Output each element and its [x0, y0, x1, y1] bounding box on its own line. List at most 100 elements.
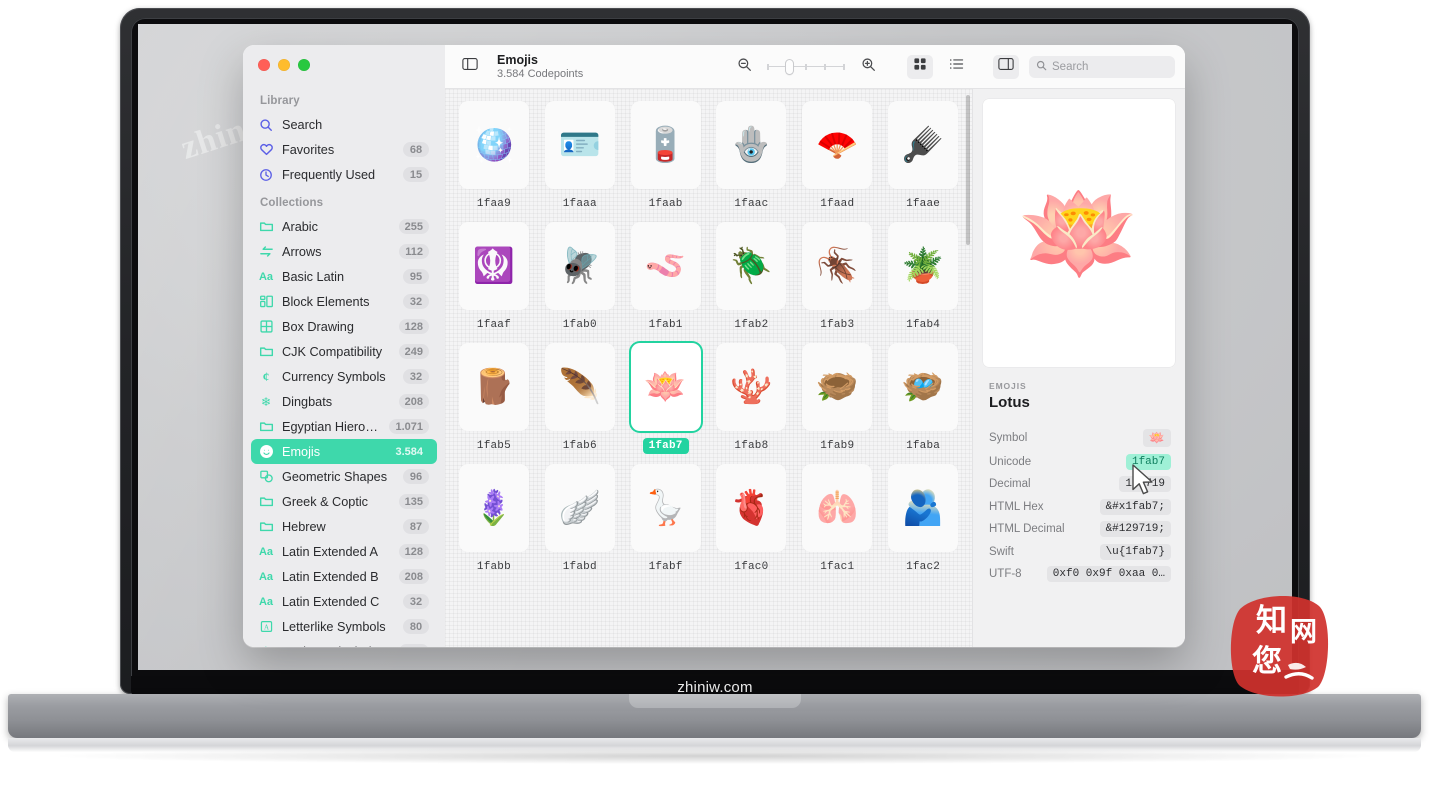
codepoint-tile[interactable]: 🪿 — [630, 464, 701, 552]
inspector-row-value[interactable]: 1fab7 — [1125, 453, 1171, 470]
codepoint-cell[interactable]: 🪸 1fab8 — [709, 339, 795, 460]
inspector-row-value[interactable]: &#129719; — [1099, 521, 1171, 537]
zoom-in-button[interactable] — [855, 55, 881, 79]
codepoint-cell[interactable]: 🪴 1fab4 — [880, 218, 966, 339]
sidebar-item-count: 32 — [403, 369, 429, 384]
minimize-button[interactable] — [278, 59, 290, 71]
codepoint-tile[interactable]: 🪬 — [716, 101, 787, 189]
codepoint-tile[interactable]: 🫁 — [802, 464, 873, 552]
codepoint-tile[interactable]: 🫂 — [888, 464, 959, 552]
codepoint-cell[interactable]: 🪹 1fab9 — [794, 339, 880, 460]
inspector-row-value[interactable]: &#x1fab7; — [1099, 498, 1171, 515]
codepoint-tile[interactable]: 🪩 — [458, 101, 529, 189]
sidebar-item-latin-extended-a[interactable]: Aa Latin Extended A 128 — [251, 539, 437, 564]
codepoint-tile[interactable]: 🪸 — [716, 343, 787, 431]
sidebar-item-cjk-compatibility[interactable]: CJK Compatibility 249 — [251, 339, 437, 364]
sidebar-item-count: 249 — [398, 344, 429, 359]
codepoint-cell[interactable]: 🪽 1fabd — [537, 460, 623, 581]
aa-icon: Aa — [258, 570, 274, 583]
sidebar-item-box-drawing[interactable]: Box Drawing 128 — [251, 314, 437, 339]
sidebar-item-arabic[interactable]: Arabic 255 — [251, 214, 437, 239]
codepoint-grid-container[interactable]: 🪩 1faa9 🪪 1faaa 🪫 1faab 🪬 1faac 🪭 1faad 🪮 1faae 🪯 1fa… — [445, 89, 972, 647]
close-button[interactable] — [258, 59, 270, 71]
sidebar-item-block-elements[interactable]: Block Elements 32 — [251, 289, 437, 314]
codepoint-tile[interactable]: 🪷 — [630, 343, 701, 431]
codepoint-cell[interactable]: 🪵 1fab5 — [451, 339, 537, 460]
sidebar-item-count: 3.584 — [395, 445, 423, 458]
codepoint-cell[interactable]: 🪿 1fabf — [623, 460, 709, 581]
sidebar-scroll-area[interactable]: Library Search Favorites 68 Frequently U… — [243, 85, 445, 647]
zoom-out-button[interactable] — [731, 55, 757, 79]
codepoint-cell[interactable]: 🪯 1faaf — [451, 218, 537, 339]
sidebar-item-mathematical-alphanumeric[interactable]: √x̅ Mathematical Alphanu… 996 — [251, 639, 437, 647]
codepoint-tile[interactable]: 🪳 — [802, 222, 873, 310]
inspector-row-value[interactable]: 0xf0 0x9f 0xaa 0… — [1046, 566, 1171, 582]
sidebar-item-geometric-shapes[interactable]: Geometric Shapes 96 — [251, 464, 437, 489]
codepoint-tile[interactable]: 🪶 — [544, 343, 615, 431]
codepoint-cell[interactable]: 🪪 1faaa — [537, 97, 623, 218]
codepoint-tile[interactable]: 🪽 — [544, 464, 615, 552]
sidebar-item-frequently-used[interactable]: Frequently Used 15 — [251, 162, 437, 187]
sidebar-item-egyptian-hieroglyphs[interactable]: Egyptian Hieroglyphs 1.071 — [251, 414, 437, 439]
grid-view-button[interactable] — [907, 54, 933, 79]
codepoint-tile[interactable]: 🪯 — [458, 222, 529, 310]
codepoint-cell[interactable]: 🫂 1fac2 — [880, 460, 966, 581]
codepoint-tile[interactable]: 🫀 — [716, 464, 787, 552]
codepoint-tile[interactable]: 🪱 — [630, 222, 701, 310]
zoom-slider-knob[interactable] — [786, 59, 793, 74]
codepoint-tile[interactable]: 🪴 — [888, 222, 959, 310]
search-input[interactable]: Search — [1052, 61, 1088, 73]
sidebar-toggle-button[interactable] — [457, 55, 483, 79]
sidebar-item-latin-extended-b[interactable]: Aa Latin Extended B 208 — [251, 564, 437, 589]
codepoint-cell[interactable]: 🪻 1fabb — [451, 460, 537, 581]
sidebar-item-arrows[interactable]: Arrows 112 — [251, 239, 437, 264]
page-title: Emojis — [497, 52, 538, 67]
sidebar-item-basic-latin[interactable]: Aa Basic Latin 95 — [251, 264, 437, 289]
search-field[interactable]: Search — [1029, 55, 1175, 78]
sidebar-item-hebrew[interactable]: Hebrew 87 — [251, 514, 437, 539]
inspector-row-value[interactable]: 129719 — [1119, 476, 1171, 492]
seal-watermark: 知 网 您 — [1226, 589, 1334, 701]
codepoint-tile[interactable]: 🪻 — [458, 464, 529, 552]
laptop-base — [8, 694, 1421, 738]
sidebar-item-emojis[interactable]: Emojis 3.584 — [251, 439, 437, 464]
codepoint-tile[interactable]: 🪮 — [888, 101, 959, 189]
codepoint-tile[interactable]: 🪭 — [802, 101, 873, 189]
codepoint-cell[interactable]: 🪬 1faac — [709, 97, 795, 218]
codepoint-tile[interactable]: 🪲 — [716, 222, 787, 310]
grid-scrollbar[interactable] — [966, 95, 970, 245]
codepoint-cell[interactable]: 🫀 1fac0 — [709, 460, 795, 581]
sidebar-item-dingbats[interactable]: ❄ Dingbats 208 — [251, 389, 437, 414]
codepoint-cell[interactable]: 🪳 1fab3 — [794, 218, 880, 339]
codepoint-cell[interactable]: 🪮 1faae — [880, 97, 966, 218]
codepoint-cell[interactable]: 🪺 1faba — [880, 339, 966, 460]
sidebar-item-latin-extended-c[interactable]: Aa Latin Extended C 32 — [251, 589, 437, 614]
inspector-row-value[interactable]: \u{1fab7} — [1099, 543, 1171, 560]
codepoint-cell[interactable]: 🫁 1fac1 — [794, 460, 880, 581]
codepoint-tile[interactable]: 🪰 — [544, 222, 615, 310]
codepoint-tile[interactable]: 🪵 — [458, 343, 529, 431]
codepoint-cell[interactable]: 🪭 1faad — [794, 97, 880, 218]
codepoint-cell[interactable]: 🪫 1faab — [623, 97, 709, 218]
codepoint-cell[interactable]: 🪶 1fab6 — [537, 339, 623, 460]
zoom-button[interactable] — [298, 59, 310, 71]
codepoint-cell[interactable]: 🪩 1faa9 — [451, 97, 537, 218]
sidebar-item-letterlike-symbols[interactable]: A Letterlike Symbols 80 — [251, 614, 437, 639]
codepoint-cell[interactable]: 🪰 1fab0 — [537, 218, 623, 339]
codepoint-tile[interactable]: 🪪 — [544, 101, 615, 189]
codepoint-cell[interactable]: 🪲 1fab2 — [709, 218, 795, 339]
codepoint-tile[interactable]: 🪺 — [888, 343, 959, 431]
codepoint-cell[interactable]: 🪷 1fab7 — [623, 339, 709, 460]
inspector-row-value[interactable]: 🪷 — [1142, 429, 1171, 447]
zoom-slider[interactable] — [767, 59, 845, 74]
sidebar-item-currency-symbols[interactable]: ¢ Currency Symbols 32 — [251, 364, 437, 389]
codepoint-tile[interactable]: 🪹 — [802, 343, 873, 431]
currency-icon: ¢ — [262, 368, 270, 384]
codepoint-tile[interactable]: 🪫 — [630, 101, 701, 189]
sidebar-item-greek-coptic[interactable]: Greek & Coptic 135 — [251, 489, 437, 514]
sidebar-item-favorites[interactable]: Favorites 68 — [251, 137, 437, 162]
sidebar-item-search[interactable]: Search — [251, 112, 437, 137]
inspector-toggle-button[interactable] — [993, 54, 1019, 79]
codepoint-cell[interactable]: 🪱 1fab1 — [623, 218, 709, 339]
list-view-button[interactable] — [943, 55, 969, 79]
